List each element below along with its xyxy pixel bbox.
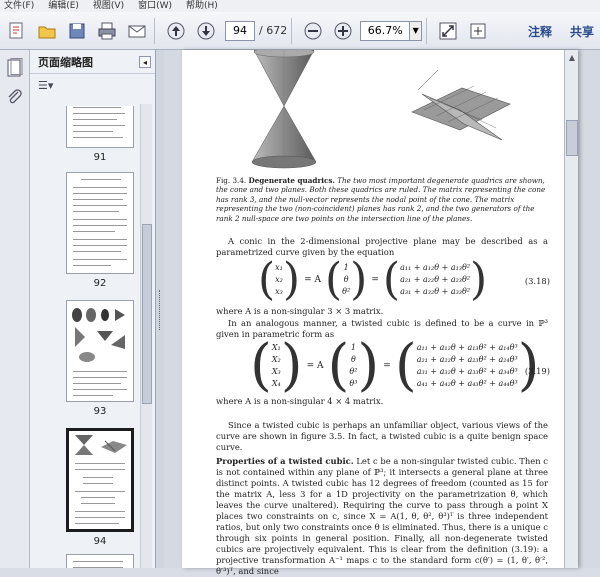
paragraph: where A is a non-singular 4 × 4 matrix.	[216, 396, 384, 406]
next-page-icon[interactable]	[193, 18, 219, 44]
fit-page-icon[interactable]	[435, 18, 461, 44]
equation-number: (3.18)	[524, 276, 550, 286]
collapse-panel-icon[interactable]: ◂	[139, 56, 151, 68]
thumbnail-page-number: 92	[93, 278, 107, 289]
panel-splitter[interactable]	[156, 50, 164, 568]
page-number-input[interactable]	[225, 20, 255, 41]
thumbnail-page-number: 94	[93, 536, 107, 547]
save-icon[interactable]	[64, 18, 90, 44]
menu-view[interactable]: 视图(V)	[93, 0, 124, 12]
options-menu-icon[interactable]: ☰▾	[38, 79, 53, 92]
panel-options: ☰▾	[30, 74, 155, 96]
figure-caption: Fig. 3.4. Degenerate quadrics. The two m…	[216, 176, 546, 223]
thumbnail-page[interactable]	[66, 106, 134, 148]
panel-title: 页面缩略图	[38, 55, 93, 69]
document-scrollbar-thumb[interactable]	[566, 120, 578, 156]
toolbar-divider	[426, 17, 428, 44]
thumbnail-list: 91 92 93 94	[36, 106, 136, 568]
previous-page-icon[interactable]	[163, 18, 189, 44]
navigation-rail	[0, 50, 30, 568]
menu-file[interactable]: 文件(F)	[4, 0, 34, 12]
panel-header: 页面缩略图 ◂	[30, 50, 155, 74]
menu-bar: 文件(F) 编辑(E) 视图(V) 窗口(W) 帮助(H)	[0, 0, 600, 12]
thumbnail-panel: 页面缩略图 ◂ ☰▾ 91 92 93 94	[30, 50, 156, 568]
thumbnail-page-number: 91	[93, 152, 107, 163]
print-icon[interactable]	[94, 18, 120, 44]
attachment-icon[interactable]	[4, 86, 26, 110]
menu-edit[interactable]: 编辑(E)	[48, 0, 79, 12]
thumbnail-page[interactable]	[66, 554, 134, 568]
paragraph: Since a twisted cubic is perhaps an unfa…	[216, 420, 548, 452]
thumbnail-scrollbar[interactable]	[140, 104, 152, 568]
zoom-out-icon[interactable]	[300, 18, 326, 44]
toolbar-divider	[154, 17, 155, 44]
fullscreen-icon[interactable]	[465, 18, 491, 44]
equation-3-19: ( X₁ X₂ X₃ X₄ ) = A ( 1 θ θ² θ³ ) = ( a₁₁ + a₁…	[250, 333, 540, 398]
create-pdf-icon[interactable]	[4, 18, 30, 44]
document-viewer: Fig. 3.4. Degenerate quadrics. The two m…	[164, 50, 600, 576]
scroll-up-icon[interactable]: ▲	[565, 50, 579, 64]
thumbnail-page[interactable]	[66, 172, 134, 274]
share-button[interactable]: 共享	[570, 23, 594, 40]
document-scrollbar[interactable]: ▲	[564, 50, 578, 568]
open-folder-icon[interactable]	[34, 18, 60, 44]
thumbnail-scrollbar-thumb[interactable]	[142, 224, 152, 404]
thumbnail-page-current[interactable]	[66, 428, 134, 532]
toolbar: / 672 66.7% ▼ 注释 共享	[0, 12, 600, 50]
section-heading: Properties of a twisted cubic.	[216, 456, 354, 466]
toolbar-right: 注释 共享	[528, 12, 594, 50]
thumbnail-page-number: 93	[93, 406, 107, 417]
annotate-button[interactable]: 注释	[528, 23, 552, 40]
figure-degenerate-quadrics	[251, 50, 511, 169]
equation-3-18: ( x₁ x₂ x₃ ) = A ( 1 θ θ² ) = ( a₁₁ + a₁₂θ +…	[258, 254, 488, 305]
zoom-level-field[interactable]: 66.7%	[360, 20, 411, 41]
email-icon[interactable]	[124, 18, 150, 44]
menu-help[interactable]: 帮助(H)	[186, 0, 218, 12]
menu-window[interactable]: 窗口(W)	[138, 0, 172, 12]
paragraph: where A is a non-singular 3 × 3 matrix.	[216, 306, 384, 316]
thumbnail-page[interactable]	[66, 300, 134, 402]
zoom-in-icon[interactable]	[330, 18, 356, 44]
page-thumbnails-icon[interactable]	[4, 56, 26, 80]
pdf-page: Fig. 3.4. Degenerate quadrics. The two m…	[182, 50, 578, 576]
equation-number: (3.19)	[524, 366, 550, 376]
paragraph-properties: Properties of a twisted cubic. Let c be …	[216, 456, 548, 576]
zoom-dropdown-icon[interactable]: ▼	[410, 20, 423, 41]
toolbar-divider	[291, 17, 293, 44]
page-total: / 672	[259, 24, 288, 37]
